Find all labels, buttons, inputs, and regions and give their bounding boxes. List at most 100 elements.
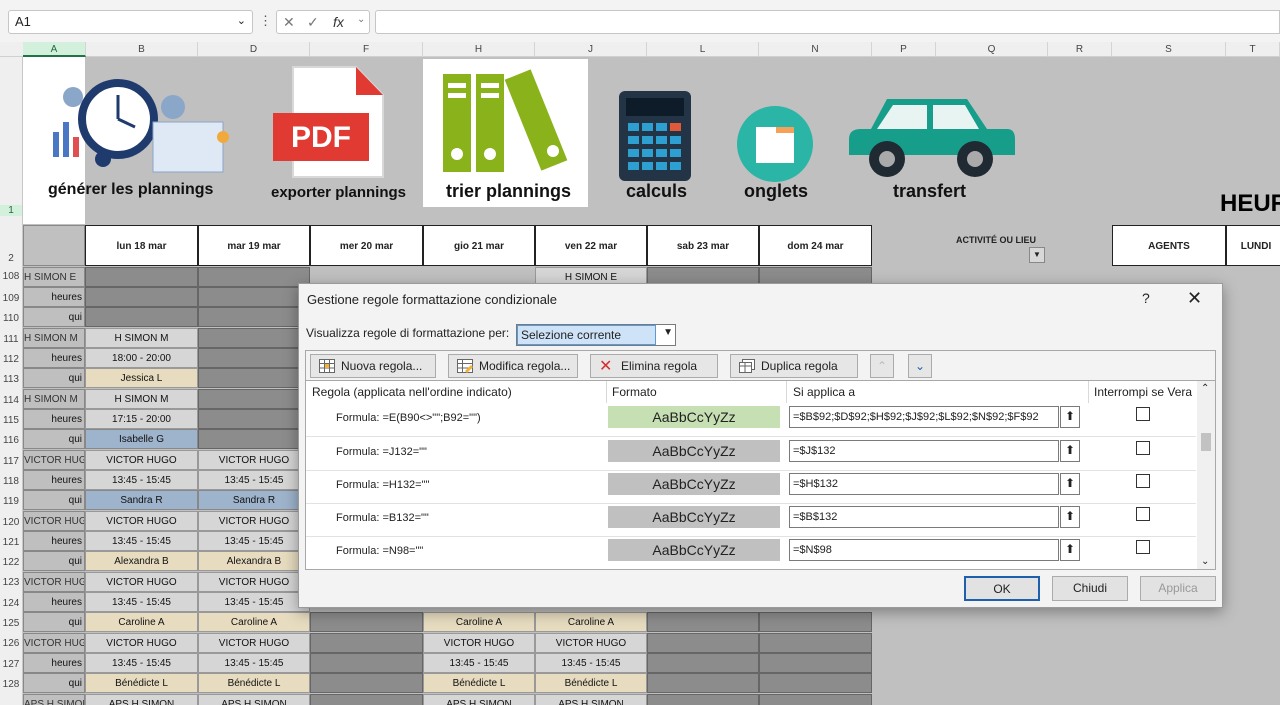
row-header[interactable]: 111 bbox=[0, 334, 22, 345]
filter-dropdown-icon[interactable]: ▼ bbox=[1029, 247, 1045, 263]
grid-cell[interactable]: APS H SIMON bbox=[535, 694, 647, 705]
grid-cell[interactable]: 17:15 - 20:00 bbox=[85, 409, 198, 429]
grid-cell[interactable] bbox=[759, 694, 872, 705]
grid-cell[interactable]: 13:45 - 15:45 bbox=[198, 531, 310, 551]
grid-cell[interactable] bbox=[759, 673, 872, 693]
day-header-tue[interactable]: mar 19 mar bbox=[198, 225, 310, 266]
stop-if-true-checkbox[interactable] bbox=[1136, 507, 1150, 521]
rule-applies-input[interactable]: =$J$132 bbox=[789, 440, 1059, 462]
rule-row[interactable]: Formula: =N98="" AaBbCcYyZz =$N$98 ⬆ bbox=[306, 536, 1196, 569]
row-label[interactable]: VICTOR HUG bbox=[23, 511, 85, 531]
day-header-mon[interactable]: lun 18 mar bbox=[85, 225, 198, 266]
grid-cell[interactable] bbox=[759, 633, 872, 653]
col-header-f[interactable]: F bbox=[310, 42, 423, 57]
col-header-l[interactable]: L bbox=[647, 42, 759, 57]
range-select-icon[interactable]: ⬆ bbox=[1060, 406, 1080, 428]
grid-cell[interactable]: VICTOR HUGO bbox=[198, 572, 310, 592]
lundi-header[interactable]: LUNDI bbox=[1226, 225, 1280, 266]
pdf-file-icon[interactable]: PDF bbox=[271, 65, 386, 180]
binders-icon[interactable] bbox=[438, 69, 578, 174]
row-header[interactable]: 110 bbox=[0, 313, 22, 324]
col-header-h[interactable]: H bbox=[423, 42, 535, 57]
day-header-sat[interactable]: sab 23 mar bbox=[647, 225, 759, 266]
rule-row[interactable]: Formula: =E(B90<>"";B92="") AaBbCcYyZz =… bbox=[306, 403, 1196, 436]
show-rules-select[interactable]: Selezione corrente ▼ bbox=[516, 324, 676, 346]
row-header[interactable]: 116 bbox=[0, 435, 22, 446]
grid-cell[interactable]: Caroline A bbox=[85, 612, 198, 632]
grid-cell[interactable] bbox=[310, 673, 423, 693]
move-up-icon[interactable]: ⌃ bbox=[870, 354, 894, 378]
confirm-icon[interactable]: ✓ bbox=[307, 14, 319, 31]
col-header-p[interactable]: P bbox=[872, 42, 936, 57]
grid-cell[interactable]: 13:45 - 15:45 bbox=[198, 592, 310, 612]
rule-row[interactable]: Formula: =H132="" AaBbCcYyZz =$H$132 ⬆ bbox=[306, 470, 1196, 503]
row-header[interactable]: 127 bbox=[0, 659, 22, 670]
row-label[interactable]: qui bbox=[23, 307, 85, 327]
row-header[interactable]: 125 bbox=[0, 618, 22, 629]
grid-cell[interactable]: Isabelle G bbox=[85, 429, 198, 449]
rules-scrollbar[interactable]: ⌃ ⌄ bbox=[1197, 381, 1215, 569]
scroll-down-icon[interactable]: ⌄ bbox=[1201, 556, 1209, 567]
row-header[interactable]: 122 bbox=[0, 557, 22, 568]
row-label[interactable]: qui bbox=[23, 551, 85, 571]
agents-header[interactable]: AGENTS bbox=[1112, 225, 1226, 266]
grid-cell[interactable]: VICTOR HUGO bbox=[198, 633, 310, 653]
rule-row[interactable]: Formula: =J132="" AaBbCcYyZz =$J$132 ⬆ bbox=[306, 437, 1196, 470]
row-label[interactable]: VICTOR HUG bbox=[23, 572, 85, 592]
row-label[interactable]: qui bbox=[23, 368, 85, 388]
grid-cell[interactable] bbox=[310, 653, 423, 673]
row-label[interactable]: heures bbox=[23, 653, 85, 673]
grid-cell[interactable] bbox=[647, 653, 759, 673]
grid-cell[interactable]: APS H SIMON bbox=[85, 694, 198, 705]
grid-cell[interactable] bbox=[647, 673, 759, 693]
duplicate-rule-button[interactable]: Duplica regola bbox=[730, 354, 858, 378]
grid-cell[interactable]: Alexandra B bbox=[85, 551, 198, 571]
row-label[interactable]: qui bbox=[23, 612, 85, 632]
grid-cell[interactable]: Alexandra B bbox=[198, 551, 310, 571]
stop-if-true-checkbox[interactable] bbox=[1136, 407, 1150, 421]
grid-cell[interactable]: Caroline A bbox=[198, 612, 310, 632]
row-label[interactable]: H SIMON M bbox=[23, 328, 85, 348]
grid-cell[interactable]: VICTOR HUGO bbox=[85, 572, 198, 592]
move-down-icon[interactable]: ⌄ bbox=[908, 354, 932, 378]
tabs-icon[interactable] bbox=[736, 105, 814, 183]
generate-plannings-label[interactable]: générer les plannings bbox=[48, 181, 213, 199]
grid-cell[interactable] bbox=[198, 328, 310, 348]
export-plannings-label[interactable]: exporter plannings bbox=[271, 184, 406, 201]
grid-cell[interactable] bbox=[310, 612, 423, 632]
row-label[interactable]: VICTOR HUG bbox=[23, 633, 85, 653]
grid-cell[interactable]: H SIMON M bbox=[85, 389, 198, 409]
col-header-b[interactable]: B bbox=[86, 42, 198, 57]
col-header-s[interactable]: S bbox=[1112, 42, 1226, 57]
chevron-down-icon[interactable]: ⌄ bbox=[357, 14, 365, 25]
row-header[interactable]: 126 bbox=[0, 638, 22, 649]
stop-if-true-checkbox[interactable] bbox=[1136, 441, 1150, 455]
grid-cell[interactable] bbox=[198, 307, 310, 327]
help-icon[interactable]: ? bbox=[1142, 290, 1150, 306]
col-header-j[interactable]: J bbox=[535, 42, 647, 57]
row-header[interactable]: 115 bbox=[0, 415, 22, 426]
ok-button[interactable]: OK bbox=[964, 576, 1040, 601]
row-header[interactable]: 124 bbox=[0, 598, 22, 609]
formula-input[interactable] bbox=[375, 10, 1280, 34]
row-label[interactable]: APS H SIMON bbox=[23, 694, 85, 705]
grid-cell[interactable]: VICTOR HUGO bbox=[198, 511, 310, 531]
tabs-label[interactable]: onglets bbox=[744, 181, 808, 202]
grid-cell[interactable]: 13:45 - 15:45 bbox=[423, 653, 535, 673]
grid-cell[interactable]: APS H SIMON bbox=[198, 694, 310, 705]
grid-cell[interactable]: 18:00 - 20:00 bbox=[85, 348, 198, 368]
row-header[interactable]: 120 bbox=[0, 517, 22, 528]
grid-cell[interactable] bbox=[198, 348, 310, 368]
rule-applies-input[interactable]: =$B$132 bbox=[789, 506, 1059, 528]
rule-row[interactable]: Formula: =B132="" AaBbCcYyZz =$B$132 ⬆ bbox=[306, 503, 1196, 536]
col-header-a[interactable]: A bbox=[23, 42, 86, 57]
row-label[interactable]: heures bbox=[23, 470, 85, 490]
activity-header[interactable]: ACTIVITÉ OU LIEU bbox=[936, 233, 1056, 247]
grid-cell[interactable]: Sandra R bbox=[198, 490, 310, 510]
grid-cell[interactable]: Caroline A bbox=[423, 612, 535, 632]
grid-cell[interactable] bbox=[198, 267, 310, 287]
close-icon[interactable]: ✕ bbox=[1187, 288, 1202, 309]
col-header-n[interactable]: N bbox=[759, 42, 872, 57]
row-label[interactable]: qui bbox=[23, 429, 85, 449]
grid-cell[interactable] bbox=[198, 287, 310, 307]
